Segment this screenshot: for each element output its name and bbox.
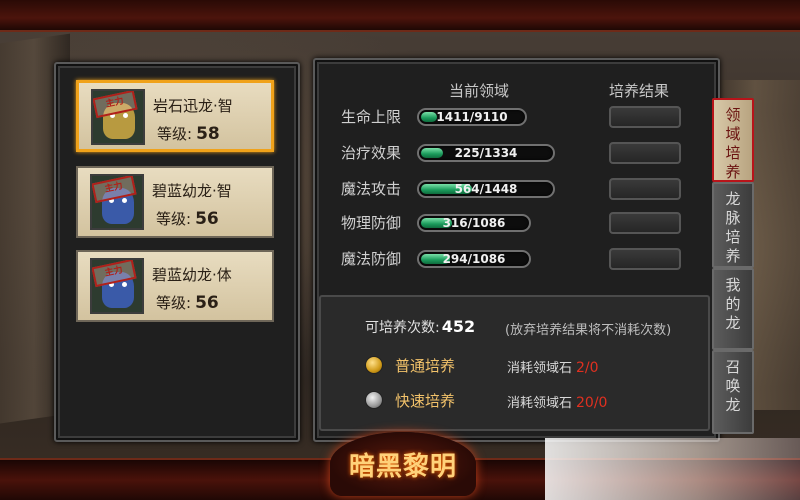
dragon-card[interactable]: 主力 岩石迅龙·智 等级: 58 [76, 80, 274, 152]
dragon-level: 等级: 56 [156, 208, 219, 229]
level-label: 等级: [156, 210, 192, 228]
dragon-name: 碧蓝幼龙·体 [152, 266, 232, 284]
tab-summon-dragon[interactable]: 召唤龙 [712, 350, 754, 434]
stat-bar: 294/1086 [417, 250, 531, 268]
stat-bar: 316/1086 [417, 214, 531, 232]
cost-value: 20/0 [576, 395, 608, 411]
stat-label: 魔法防御 [341, 250, 402, 268]
game-logo-text: 暗黑黎明 [348, 452, 457, 482]
cost-value: 2/0 [576, 360, 599, 376]
level-value: 56 [195, 293, 219, 313]
training-count-value: 452 [441, 317, 476, 336]
top-frame-bar [0, 0, 800, 32]
training-count-label: 可培养次数: [365, 320, 440, 336]
tab-domain-training[interactable]: 领域培养 [712, 98, 754, 182]
stat-label: 物理防御 [341, 214, 402, 232]
tab-my-dragons[interactable]: 我的龙 [712, 268, 754, 350]
training-result-box [609, 106, 681, 128]
domain-training-panel: 当前领域 培养结果 生命上限 1411/9110 治疗效果 225/1334 魔… [313, 58, 720, 442]
current-domain-header: 当前领域 [449, 82, 510, 100]
stat-bar: 225/1334 [417, 144, 555, 162]
stat-label: 生命上限 [341, 108, 402, 126]
training-result-box [609, 212, 681, 234]
stat-value: 294/1086 [442, 252, 506, 266]
quick-training-orb-icon[interactable] [365, 391, 383, 409]
dragon-portrait: 主力 [90, 174, 144, 230]
quick-training-cost: 消耗领域石 20/0 [507, 392, 607, 411]
stat-bar: 564/1448 [417, 180, 555, 198]
normal-training-cost: 消耗领域石 2/0 [507, 357, 599, 376]
dragon-eye-icon [122, 198, 127, 203]
level-value: 56 [195, 209, 219, 229]
stat-value: 564/1448 [454, 182, 518, 196]
stat-bar: 1411/9110 [417, 108, 527, 126]
training-count: 可培养次数: 452 [365, 317, 475, 337]
stat-label: 魔法攻击 [341, 180, 402, 198]
normal-training-orb-icon[interactable] [365, 356, 383, 374]
stat-value: 1411/9110 [436, 110, 508, 124]
level-value: 58 [196, 124, 220, 144]
tab-dragon-vein-training[interactable]: 龙脉培养 [712, 182, 754, 268]
stat-label: 治疗效果 [341, 144, 402, 162]
dragon-card[interactable]: 主力 碧蓝幼龙·智 等级: 56 [76, 166, 274, 238]
game-logo: 暗黑黎明 [330, 432, 476, 496]
level-label: 等级: [156, 294, 192, 312]
dragon-eye-icon [122, 282, 127, 287]
level-label: 等级: [157, 125, 193, 143]
cost-label: 消耗领域石 [507, 361, 573, 376]
dragon-level: 等级: 58 [157, 123, 220, 144]
dragon-name: 碧蓝幼龙·智 [152, 182, 232, 200]
training-result-header: 培养结果 [609, 82, 670, 100]
training-result-box [609, 178, 681, 200]
watermark-overlay [545, 438, 800, 500]
dragon-name: 岩石迅龙·智 [153, 97, 233, 115]
dragon-list-panel: 主力 岩石迅龙·智 等级: 58 主力 碧蓝幼龙·智 等级: 56 主力 碧蓝幼… [54, 62, 300, 442]
dragon-portrait: 主力 [90, 258, 144, 314]
training-note: (放弃培养结果将不消耗次数) [505, 323, 672, 338]
stat-value: 316/1086 [442, 216, 506, 230]
dragon-level: 等级: 56 [156, 292, 219, 313]
dragon-eye-icon [123, 113, 128, 118]
quick-training-button[interactable]: 快速培养 [395, 390, 455, 411]
training-result-box [609, 248, 681, 270]
cost-label: 消耗领域石 [507, 396, 573, 411]
normal-training-button[interactable]: 普通培养 [395, 355, 455, 376]
game-screen: 主力 岩石迅龙·智 等级: 58 主力 碧蓝幼龙·智 等级: 56 主力 碧蓝幼… [0, 0, 800, 500]
dragon-portrait: 主力 [91, 89, 145, 145]
training-section: 可培养次数: 452 (放弃培养结果将不消耗次数) 普通培养 消耗领域石 2/0 快… [319, 295, 710, 431]
training-result-box [609, 142, 681, 164]
dragon-card[interactable]: 主力 碧蓝幼龙·体 等级: 56 [76, 250, 274, 322]
stat-value: 225/1334 [454, 146, 518, 160]
